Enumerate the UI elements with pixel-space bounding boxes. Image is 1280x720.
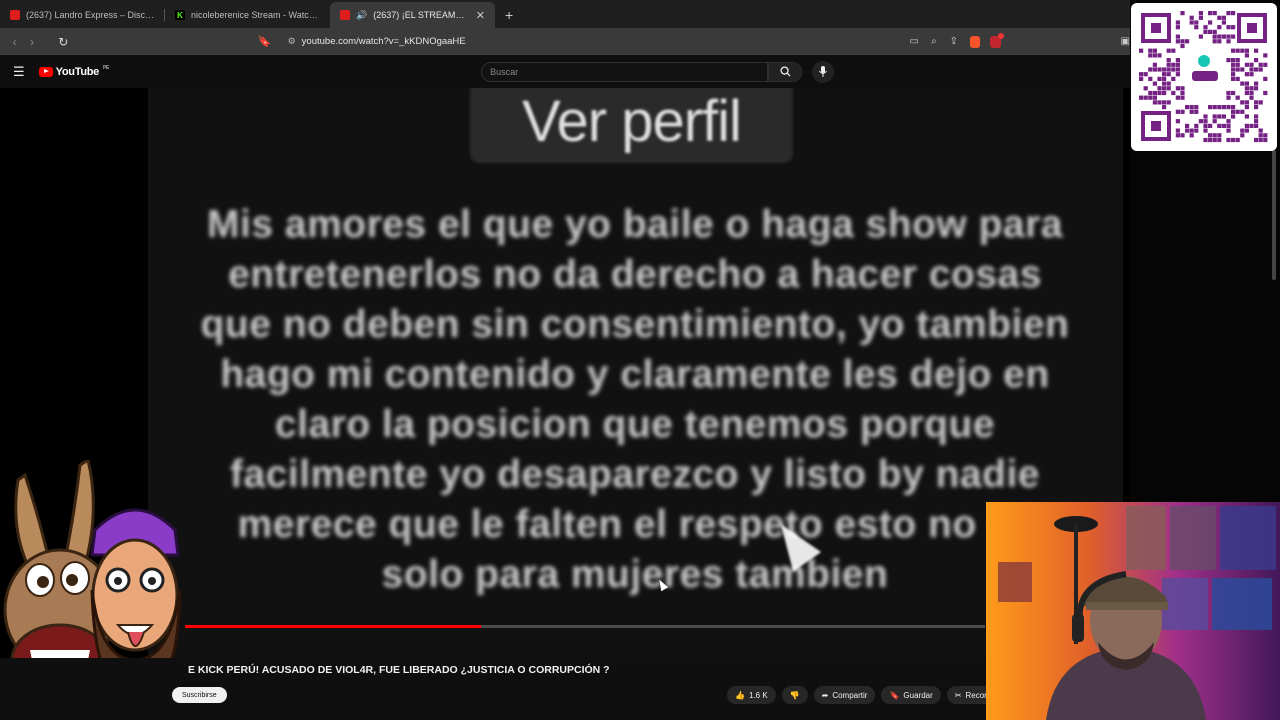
brave-rewards-icon[interactable]: [990, 32, 1005, 48]
like-count: 1.6 K: [748, 690, 768, 700]
progress-bar[interactable]: [185, 625, 985, 628]
ver-perfil-button: Ver perfil: [470, 88, 793, 163]
back-icon[interactable]: ‹: [6, 35, 23, 49]
tab-title: nicoleberenice Stream - Watch Live o: [191, 10, 320, 20]
youtube-play-icon: [38, 66, 53, 77]
browser-tab[interactable]: (2637) Landro Express – Disco Sentin: [0, 2, 165, 28]
scissors-icon: ✂: [954, 690, 962, 700]
new-tab-button[interactable]: +: [495, 2, 523, 28]
search-icon: [780, 66, 791, 77]
sidebar-icon[interactable]: ▣: [1121, 36, 1130, 47]
share-icon[interactable]: ⇪: [944, 36, 964, 47]
subscribe-button[interactable]: Suscribirse: [172, 687, 227, 703]
microphone-icon: [819, 66, 827, 77]
youtube-header: ☰ YouTube PE Buscar: [0, 55, 1130, 88]
share-button[interactable]: ➦ Compartir: [813, 686, 876, 704]
speaker-icon: 🔊: [356, 9, 368, 20]
site-info-icon[interactable]: ⚙: [288, 36, 296, 47]
video-title: E KICK PERÚ! ACUSADO DE VIOL4R, FUE LIBE…: [188, 664, 610, 676]
yape-qr-code: [1131, 3, 1277, 151]
reader-mode-icon[interactable]: ▭: [904, 36, 924, 47]
close-icon[interactable]: ✕: [476, 9, 485, 22]
share-label: Compartir: [832, 690, 868, 700]
region-code: PE: [102, 64, 110, 71]
zoom-icon[interactable]: ⌕: [924, 36, 944, 47]
tab-title: (2637) Landro Express – Disco Sentin: [26, 10, 155, 20]
bookmark-icon[interactable]: 🔖: [258, 35, 272, 48]
logo-text: YouTube: [55, 65, 100, 78]
forward-icon[interactable]: ›: [23, 35, 40, 49]
browser-tab-strip: (2637) Landro Express – Disco Sentin K n…: [0, 0, 1130, 28]
browser-toolbar: ‹ › ↻ 🔖 ⚙ youtube.com/watch?v=_kKDNOgaaH…: [0, 28, 1130, 55]
brave-shields-icon[interactable]: [969, 35, 981, 48]
webcam-feed: [986, 502, 1280, 720]
search-placeholder: Buscar: [490, 66, 519, 77]
kick-icon: K: [175, 10, 185, 20]
menu-icon[interactable]: ☰: [13, 64, 25, 80]
save-button[interactable]: 🔖 Guardar: [881, 686, 941, 704]
url-text: youtube.com/watch?v=_kKDNOgaaHE: [301, 36, 466, 47]
progress-fill: [185, 625, 481, 628]
share-arrow-icon: ➦: [821, 690, 829, 700]
search-input[interactable]: Buscar: [481, 61, 769, 82]
browser-tab[interactable]: K nicoleberenice Stream - Watch Live o: [165, 2, 330, 28]
like-button[interactable]: 👍 1.6 K: [727, 686, 776, 704]
address-bar[interactable]: ⚙ youtube.com/watch?v=_kKDNOgaaHE: [279, 31, 905, 52]
youtube-icon: [340, 10, 350, 20]
browser-tab-active[interactable]: 🔊 (2637) ¡EL STREAMER MÁS EN ✕: [330, 2, 495, 28]
tab-title: (2637) ¡EL STREAMER MÁS EN: [373, 10, 470, 20]
video-actions: 👍 1.6 K 👎 ➦ Compartir 🔖 Guardar ✂ Recort…: [727, 686, 1005, 704]
yape-logo-icon: [1198, 55, 1210, 67]
video-info-bar: E KICK PERÚ! ACUSADO DE VIOL4R, FUE LIBE…: [0, 658, 1130, 720]
search-button[interactable]: [768, 61, 803, 82]
youtube-logo[interactable]: YouTube PE: [38, 64, 110, 78]
youtube-icon: [10, 10, 20, 20]
blurred-message-text: Mis amores el que yo baile o haga show p…: [200, 203, 1070, 596]
save-label: Guardar: [903, 690, 933, 700]
voice-search-button[interactable]: [812, 60, 835, 83]
thumbs-down-icon: 👎: [789, 690, 800, 700]
bookmark-icon: 🔖: [889, 690, 900, 700]
thumbs-up-icon: 👍: [735, 690, 745, 700]
dislike-button[interactable]: 👎: [781, 686, 808, 704]
reload-icon[interactable]: ↻: [55, 35, 72, 49]
scrollbar[interactable]: [1272, 150, 1276, 280]
